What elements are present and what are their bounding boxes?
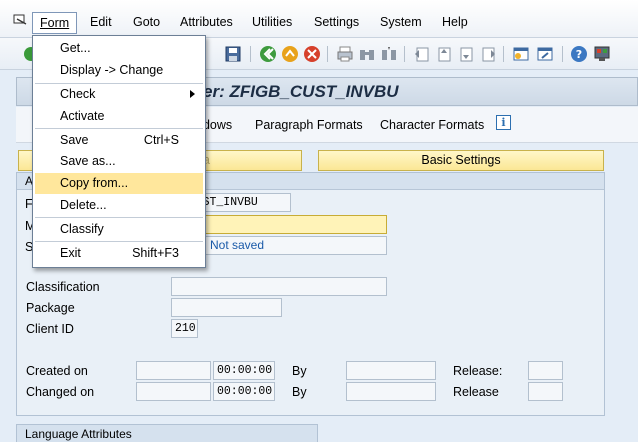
- menu-item-delete-label: Delete...: [60, 198, 107, 212]
- cancel-icon[interactable]: [303, 45, 321, 63]
- create-session-icon[interactable]: [512, 45, 530, 63]
- menu-item-copy-from-label: Copy from...: [60, 176, 129, 190]
- menu-item-get-label: Get...: [60, 41, 91, 55]
- client-id-label: Client ID: [26, 322, 74, 336]
- classification-label: Classification: [26, 280, 100, 294]
- tab-basic-settings[interactable]: Basic Settings: [318, 150, 604, 171]
- toolbar-separator: [404, 46, 405, 62]
- page-title: er: ZFIGB_CUST_INVBU: [203, 82, 399, 101]
- print-icon[interactable]: [336, 45, 354, 63]
- toolbar-separator: [562, 46, 563, 62]
- submenu-arrow-icon: [190, 90, 195, 98]
- menu-item-get[interactable]: Get...: [35, 38, 203, 59]
- menu-settings[interactable]: Settings: [314, 15, 359, 29]
- svg-text:?: ?: [576, 48, 582, 61]
- menu-item-display-change-label: Display -> Change: [60, 63, 164, 77]
- next-page-icon[interactable]: [457, 45, 475, 63]
- menu-item-classify-label: Classify: [60, 222, 104, 236]
- menu-item-save-label: Save: [60, 133, 89, 147]
- created-by-label: By: [292, 364, 307, 378]
- package-field: [171, 298, 282, 317]
- save-icon[interactable]: [224, 45, 242, 63]
- help-icon[interactable]: ?: [570, 45, 588, 63]
- changed-on-time-field: 00:00:00: [213, 382, 275, 401]
- menu-item-activate[interactable]: Activate: [35, 106, 203, 127]
- changed-on-label: Changed on: [26, 385, 95, 399]
- menu-item-exit-shortcut: Shift+F3: [132, 246, 179, 260]
- toolbar-separator: [503, 46, 504, 62]
- menu-item-save-as[interactable]: Save as...: [35, 151, 203, 172]
- classification-field: [171, 277, 387, 296]
- changed-on-date-field: [136, 382, 211, 401]
- previous-page-icon[interactable]: [435, 45, 453, 63]
- menu-item-check[interactable]: Check: [35, 84, 203, 105]
- created-on-label: Created on: [26, 364, 88, 378]
- layout-menu-icon[interactable]: [593, 45, 611, 63]
- changed-release-field: [528, 382, 563, 401]
- menu-item-delete[interactable]: Delete...: [35, 195, 203, 216]
- changed-by-label: By: [292, 385, 307, 399]
- menu-item-display-change[interactable]: Display -> Change: [35, 60, 203, 81]
- first-page-icon[interactable]: [413, 45, 431, 63]
- created-by-field: [346, 361, 436, 380]
- menu-system[interactable]: System: [380, 15, 422, 29]
- find-next-icon[interactable]: [380, 45, 398, 63]
- menu-bar: Form Edit Goto Attributes Utilities Sett…: [0, 0, 638, 38]
- menu-form[interactable]: Form: [32, 12, 78, 34]
- created-release-label: Release:: [453, 364, 503, 378]
- exit-icon[interactable]: [281, 45, 299, 63]
- menu-separator: [35, 217, 203, 218]
- menu-icon[interactable]: [13, 14, 27, 26]
- menu-item-activate-label: Activate: [60, 109, 105, 123]
- menu-item-save[interactable]: Save Ctrl+S: [35, 130, 203, 151]
- menu-attributes[interactable]: Attributes: [180, 15, 233, 29]
- menu-item-copy-from[interactable]: Copy from...: [35, 173, 203, 194]
- language-attributes-panel: Language Attributes: [16, 424, 318, 442]
- client-id-field: 210: [171, 319, 198, 338]
- package-label: Package: [26, 301, 75, 315]
- tab-basic-settings-label: Basic Settings: [421, 153, 501, 167]
- info-icon[interactable]: i: [496, 115, 511, 130]
- form-menu-dropdown: Get... Display -> Change Check Activate …: [32, 35, 206, 268]
- menu-item-check-label: Check: [60, 87, 96, 101]
- changed-release-label: Release: [453, 385, 499, 399]
- menu-help[interactable]: Help: [442, 15, 468, 29]
- menu-item-save-shortcut: Ctrl+S: [143, 133, 179, 147]
- created-on-time-field: 00:00:00: [213, 361, 275, 380]
- character-formats-button[interactable]: Character Formats: [380, 118, 484, 132]
- toolbar-separator: [250, 46, 251, 62]
- paragraph-formats-button[interactable]: Paragraph Formats: [255, 118, 363, 132]
- menu-utilities[interactable]: Utilities: [252, 15, 292, 29]
- menu-separator: [35, 241, 203, 242]
- last-page-icon[interactable]: [479, 45, 497, 63]
- shortcut-icon[interactable]: [536, 45, 554, 63]
- created-release-field: [528, 361, 563, 380]
- back-icon[interactable]: [259, 45, 277, 63]
- menu-item-classify[interactable]: Classify: [35, 219, 203, 240]
- language-attributes-header: Language Attributes: [25, 427, 132, 441]
- created-on-date-field: [136, 361, 211, 380]
- menu-item-save-as-label: Save as...: [60, 154, 116, 168]
- menu-item-exit[interactable]: Exit Shift+F3: [35, 243, 203, 264]
- menu-item-exit-label: Exit: [60, 246, 81, 260]
- changed-by-field: [346, 382, 436, 401]
- find-icon[interactable]: [358, 45, 376, 63]
- toolbar-separator: [327, 46, 328, 62]
- menu-goto[interactable]: Goto: [133, 15, 160, 29]
- menu-form-label: Form: [40, 16, 70, 30]
- menu-separator: [35, 128, 203, 129]
- menu-edit[interactable]: Edit: [90, 15, 112, 29]
